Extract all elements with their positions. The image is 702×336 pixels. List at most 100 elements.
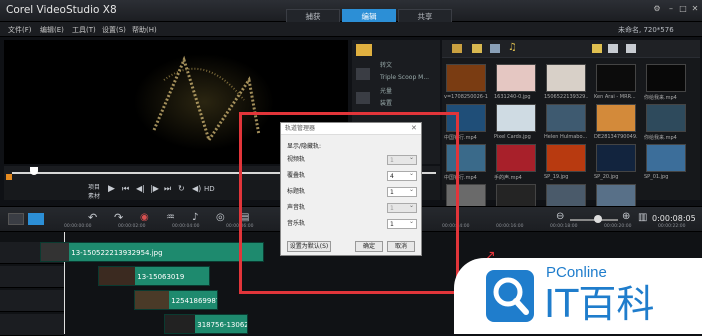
library-toolbar: ♫ [442, 40, 700, 58]
app-title: Corel VideoStudio X8 [6, 4, 117, 16]
storyboard-view-icon[interactable] [8, 213, 24, 225]
brand-text: PConline [546, 264, 607, 281]
thumbnail-label: Ken Arai - MRR... [594, 94, 636, 100]
scrub-handle[interactable] [30, 167, 38, 175]
close-icon[interactable]: ✕ [690, 4, 700, 14]
clip-thumbnail [135, 291, 169, 309]
thumbnail-label: 1631240-0.jpg [494, 94, 531, 100]
library-thumbnail[interactable] [646, 104, 686, 132]
zoom-handle[interactable] [594, 215, 602, 223]
prev-frame-icon[interactable]: ◀| [136, 184, 145, 193]
project-info: 未命名, 720*576 [618, 26, 674, 34]
grid-view-icon[interactable] [608, 44, 618, 53]
thumbnail-label: Helen Hulmabo... [544, 134, 588, 140]
timeline-clip[interactable]: 13-15063019 [98, 266, 210, 286]
clip-label: 13-15063019 [137, 273, 185, 281]
menu-settings[interactable]: 设置(S) [102, 25, 126, 35]
timecode: 0:00:08:05 [652, 214, 696, 223]
library-thumbnail[interactable] [646, 64, 686, 92]
ruler-tick-label: 00:00:04:00 [172, 224, 200, 229]
side-item[interactable]: 转文 [380, 60, 392, 69]
volume-icon[interactable]: ◀) [192, 184, 201, 193]
clip-label: 318756-1306222 [197, 321, 248, 329]
timeline-clip[interactable]: 13-150522213932954.jpg [40, 242, 264, 262]
mode-project[interactable]: 项目 [88, 182, 100, 191]
clip-label: 13-150522213932954.jpg [71, 249, 163, 257]
maximize-icon[interactable]: □ [678, 4, 688, 14]
play-icon[interactable]: ▶ [108, 184, 115, 194]
overlay-track-header[interactable] [0, 314, 64, 336]
start-icon[interactable]: ⏮ [122, 184, 129, 194]
overlay-track-header[interactable] [0, 290, 64, 312]
ruler-tick-label: 00:00:22:00 [658, 224, 686, 229]
magnifier-icon [486, 270, 534, 322]
menu-tools[interactable]: 工具(T) [72, 25, 96, 35]
thumbnail-label: 1506522139329... [544, 94, 588, 100]
clip-thumbnail [165, 315, 195, 333]
motion-track-icon[interactable]: ◎ [216, 212, 225, 223]
library-thumbnail[interactable] [446, 64, 486, 92]
menu-file[interactable]: 文件(F) [8, 25, 32, 35]
library-thumbnail[interactable] [496, 104, 536, 132]
fit-project-icon[interactable]: ▥ [638, 212, 647, 223]
library-thumbnail[interactable] [596, 144, 636, 172]
library-thumbnail[interactable] [546, 104, 586, 132]
side-item[interactable]: 光量 [380, 86, 392, 95]
transition-icon[interactable] [356, 92, 370, 104]
tab-share[interactable]: 共享 [398, 9, 452, 22]
zoom-in-icon[interactable]: ⊕ [622, 211, 630, 222]
library-thumbnail[interactable] [546, 144, 586, 172]
ruler-tick-label: 00:00:20:00 [604, 224, 632, 229]
library-thumbnail[interactable] [596, 104, 636, 132]
help-icon[interactable]: ⚙ [652, 4, 662, 14]
timeline-view-icon[interactable] [28, 213, 44, 225]
menu-help[interactable]: 帮助(H) [132, 25, 157, 35]
thumbnail-label: 你给我来.mp4 [644, 95, 677, 101]
next-frame-icon[interactable]: |▶ [150, 184, 159, 193]
timeline-clip[interactable]: 318756-1306222 [164, 314, 248, 334]
undo-icon[interactable]: ↶ [88, 211, 97, 224]
thumbnail-label: v=1708250026-1 [444, 94, 488, 100]
audio-mixer-icon[interactable]: ♒ [166, 212, 175, 223]
side-item[interactable]: Triple Scoop M... [380, 74, 429, 81]
library-thumbnail[interactable] [646, 144, 686, 172]
thumbnail-label: SP_20.jpg [594, 174, 619, 180]
sort-icon[interactable] [626, 44, 636, 53]
library-thumbnail[interactable] [496, 144, 536, 172]
minimize-icon[interactable]: – [666, 4, 676, 14]
clip-thumbnail [41, 243, 69, 261]
library-thumbnail[interactable] [596, 64, 636, 92]
library-thumbnail[interactable] [496, 64, 536, 92]
brand-name: IT百科 [544, 282, 655, 326]
video-icon[interactable] [472, 44, 482, 53]
repeat-icon[interactable]: ↻ [178, 184, 185, 193]
mode-clip[interactable]: 素材 [88, 191, 100, 200]
library-grid: v=1708250026-1 1631240-0.jpg 1506522139329… [444, 64, 700, 220]
menu-edit[interactable]: 编辑(E) [40, 25, 64, 35]
clip-thumbnail [99, 267, 135, 285]
hd-button[interactable]: HD [204, 185, 215, 193]
overlay-track-header[interactable] [0, 266, 64, 288]
library-thumbnail[interactable] [546, 64, 586, 92]
watermark-logo: PConline IT百科 [454, 258, 702, 334]
folder-icon[interactable] [356, 44, 372, 56]
highlight-box [239, 112, 459, 294]
music-icon[interactable]: ♫ [508, 42, 517, 53]
auto-music-icon[interactable]: ♪ [192, 212, 198, 223]
list-view-icon[interactable] [592, 44, 602, 53]
image-icon[interactable] [490, 44, 500, 53]
end-icon[interactable]: ⏭ [164, 184, 171, 194]
record-icon[interactable]: ◉ [140, 212, 149, 223]
ruler-tick-label: 00:00:00:00 [64, 224, 92, 229]
tab-capture[interactable]: 捕获 [286, 9, 340, 22]
media-icon[interactable] [356, 68, 370, 80]
zoom-out-icon[interactable]: ⊖ [556, 211, 564, 222]
side-item[interactable]: 装置 [380, 98, 392, 107]
ruler-tick-label: 00:00:18:00 [550, 224, 578, 229]
thumbnail-label: Pixel Cards.jpg [494, 134, 531, 140]
folder-icon[interactable] [452, 44, 462, 53]
ruler-tick-label: 00:00:16:00 [496, 224, 524, 229]
tab-edit[interactable]: 编辑 [342, 9, 396, 22]
redo-icon[interactable]: ↷ [114, 211, 123, 224]
timeline-clip[interactable]: 125418699876 [134, 290, 218, 310]
